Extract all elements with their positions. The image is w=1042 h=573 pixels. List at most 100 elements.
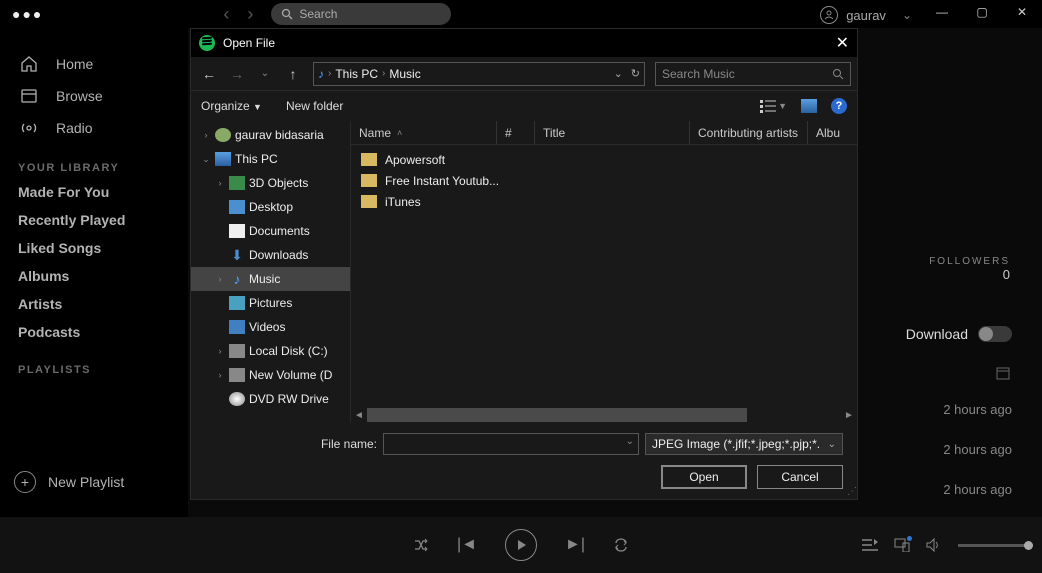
spotify-icon xyxy=(199,35,215,51)
followers-label: FOLLOWERS xyxy=(929,256,1010,267)
help-icon[interactable]: ? xyxy=(831,98,847,114)
lib-recently-played[interactable]: Recently Played xyxy=(0,206,188,234)
file-list[interactable]: ApowersoftFree Instant Youtub...iTunes xyxy=(351,145,857,407)
cancel-button[interactable]: Cancel xyxy=(757,465,843,489)
menu-dots[interactable]: ●●● xyxy=(12,6,43,22)
tree-item-3d-objects[interactable]: ›3D Objects xyxy=(191,171,350,195)
download-toggle[interactable] xyxy=(978,326,1012,342)
nav-forward[interactable]: › xyxy=(247,4,253,25)
lib-podcasts[interactable]: Podcasts xyxy=(0,318,188,346)
open-file-dialog: Open File ✕ ← → ⌄ ↑ ♪ › This PC › Music … xyxy=(190,28,858,500)
lib-artists[interactable]: Artists xyxy=(0,290,188,318)
folder-icon xyxy=(361,195,377,208)
sidebar: Home Browse Radio YOUR LIBRARY Made For … xyxy=(0,28,188,517)
user-icon xyxy=(820,6,838,24)
horizontal-scrollbar[interactable]: ◄ ► xyxy=(351,407,857,423)
dialog-search[interactable]: Search Music xyxy=(655,62,851,86)
breadcrumb-path[interactable]: ♪ › This PC › Music ⌄↻ xyxy=(313,62,645,86)
folder-icon xyxy=(361,174,377,187)
organize-menu[interactable]: Organize ▼ xyxy=(201,99,262,113)
file-item[interactable]: Apowersoft xyxy=(351,149,857,170)
dialog-title: Open File xyxy=(223,36,275,50)
window-maximize[interactable]: ▢ xyxy=(962,0,1002,24)
window-close[interactable]: ✕ xyxy=(1002,0,1042,24)
dialog-close-button[interactable]: ✕ xyxy=(836,33,849,53)
nav-browse[interactable]: Browse xyxy=(0,80,188,112)
playlists-header: PLAYLISTS xyxy=(0,346,188,380)
tree-item-music[interactable]: ›♪Music xyxy=(191,267,350,291)
tree-item-this-pc[interactable]: ⌄This PC xyxy=(191,147,350,171)
scroll-right[interactable]: ► xyxy=(841,410,857,421)
play-button[interactable] xyxy=(505,529,537,561)
dlg-forward[interactable]: → xyxy=(225,62,249,86)
file-name-input[interactable]: ⌄ xyxy=(383,433,639,455)
lib-albums[interactable]: Albums xyxy=(0,262,188,290)
file-item[interactable]: iTunes xyxy=(351,191,857,212)
tree-item-documents[interactable]: Documents xyxy=(191,219,350,243)
resize-grip[interactable]: ⋰ xyxy=(847,486,855,497)
file-type-value: JPEG Image (*.jfif;*.jpeg;*.pjp;*. xyxy=(652,437,820,451)
tree-item-videos[interactable]: Videos xyxy=(191,315,350,339)
col-album[interactable]: Albu xyxy=(808,121,848,144)
breadcrumb-folder[interactable]: Music xyxy=(389,67,420,81)
refresh-icon[interactable]: ↻ xyxy=(631,67,640,80)
tree-item-new-volume-d[interactable]: ›New Volume (D xyxy=(191,363,350,387)
view-options[interactable]: ▼ xyxy=(760,99,787,113)
nav-radio[interactable]: Radio xyxy=(0,112,188,144)
global-search[interactable]: Search xyxy=(271,3,451,25)
user-menu[interactable]: gaurav ⌄ xyxy=(820,6,912,24)
dlg-recent[interactable]: ⌄ xyxy=(253,62,277,86)
tree-item-local-disk-c-[interactable]: ›Local Disk (C:) xyxy=(191,339,350,363)
repeat-button[interactable] xyxy=(613,537,629,553)
scroll-left[interactable]: ◄ xyxy=(351,410,367,421)
followers-count: 0 xyxy=(929,267,1010,282)
queue-icon[interactable] xyxy=(862,538,878,552)
dlg-up[interactable]: ↑ xyxy=(281,62,305,86)
file-item[interactable]: Free Instant Youtub... xyxy=(351,170,857,191)
new-folder-button[interactable]: New folder xyxy=(286,99,343,113)
dialog-search-placeholder: Search Music xyxy=(662,67,735,81)
col-artists[interactable]: Contributing artists xyxy=(690,121,808,144)
nav-home-label: Home xyxy=(56,56,93,72)
followers-block: FOLLOWERS 0 xyxy=(929,256,1010,282)
volume-slider[interactable] xyxy=(958,544,1028,547)
file-list-header[interactable]: Name˄ # Title Contributing artists Albu xyxy=(351,121,857,145)
next-button[interactable]: ►| xyxy=(565,536,585,554)
tree-item-pictures[interactable]: Pictures xyxy=(191,291,350,315)
nav-back[interactable]: ‹ xyxy=(223,4,229,25)
col-title[interactable]: Title xyxy=(535,121,690,144)
volume-icon[interactable] xyxy=(926,538,942,552)
track-time-3: 2 hours ago xyxy=(943,482,1012,497)
tree-item-dvd-rw-drive[interactable]: DVD RW Drive xyxy=(191,387,350,411)
nav-home[interactable]: Home xyxy=(0,48,188,80)
col-name[interactable]: Name xyxy=(359,126,391,140)
preview-pane-button[interactable] xyxy=(801,99,817,113)
path-dropdown[interactable]: ⌄ xyxy=(614,67,623,80)
col-number[interactable]: # xyxy=(497,121,535,144)
player-bar: |◄ ►| xyxy=(0,517,1042,573)
open-button[interactable]: Open xyxy=(661,465,747,489)
window-minimize[interactable]: — xyxy=(922,0,962,24)
devices-icon[interactable] xyxy=(894,538,910,552)
breadcrumb-root[interactable]: This PC xyxy=(335,67,378,81)
lib-made-for-you[interactable]: Made For You xyxy=(0,178,188,206)
file-name-label: File name: xyxy=(205,437,377,451)
tree-item-downloads[interactable]: ⬇Downloads xyxy=(191,243,350,267)
home-icon xyxy=(18,53,40,75)
tree-item-gaurav-bidasaria[interactable]: ›gaurav bidasaria xyxy=(191,123,350,147)
file-type-select[interactable]: JPEG Image (*.jfif;*.jpeg;*.pjp;*. ⌄ xyxy=(645,433,843,455)
music-icon: ♪ xyxy=(318,67,324,81)
tree-item-desktop[interactable]: Desktop xyxy=(191,195,350,219)
chevron-down-icon: ⌄ xyxy=(902,8,912,22)
search-placeholder: Search xyxy=(299,7,337,21)
lib-liked-songs[interactable]: Liked Songs xyxy=(0,234,188,262)
shuffle-button[interactable] xyxy=(413,537,429,553)
library-header: YOUR LIBRARY xyxy=(0,144,188,178)
dlg-back[interactable]: ← xyxy=(197,62,221,86)
nav-browse-label: Browse xyxy=(56,88,103,104)
track-time-1: 2 hours ago xyxy=(943,402,1012,417)
track-time-2: 2 hours ago xyxy=(943,442,1012,457)
folder-tree[interactable]: ›gaurav bidasaria⌄This PC›3D ObjectsDesk… xyxy=(191,121,351,423)
new-playlist-button[interactable]: + New Playlist xyxy=(0,471,124,493)
previous-button[interactable]: |◄ xyxy=(457,536,477,554)
